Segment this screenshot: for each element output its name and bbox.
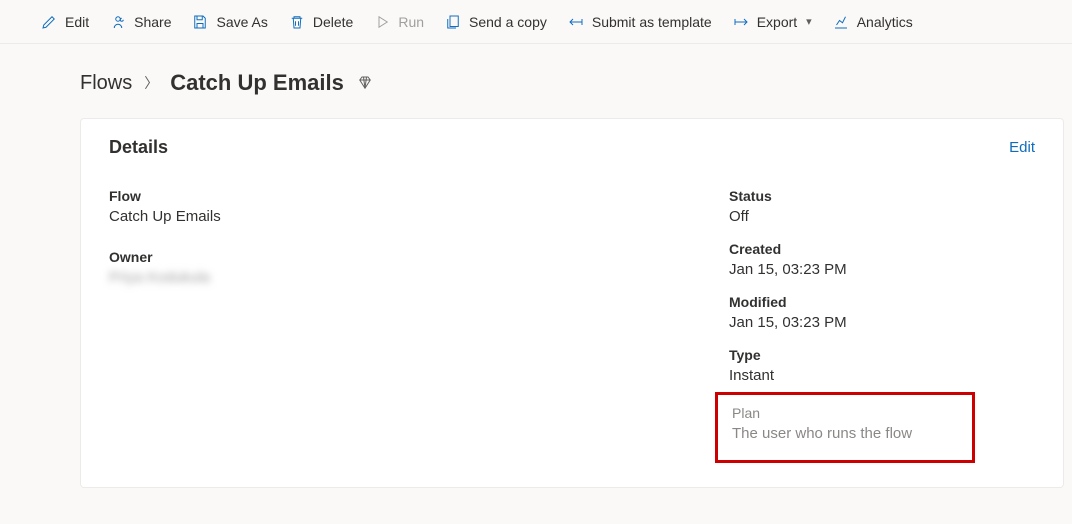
details-edit-link[interactable]: Edit	[1009, 139, 1035, 156]
save-as-button[interactable]: Save As	[181, 0, 277, 43]
details-card-body: Flow Catch Up Emails Owner Priya Kodukul…	[81, 166, 1063, 487]
copy-icon	[444, 13, 462, 31]
flow-label: Flow	[109, 188, 729, 204]
breadcrumb-current: Catch Up Emails	[170, 70, 344, 96]
breadcrumb: Flows 〉 Catch Up Emails	[80, 70, 1072, 96]
run-label: Run	[398, 14, 424, 30]
details-card: Details Edit Flow Catch Up Emails Owner …	[80, 118, 1064, 488]
share-button[interactable]: Share	[99, 0, 181, 43]
play-icon	[373, 13, 391, 31]
edit-button[interactable]: Edit	[30, 0, 99, 43]
details-title: Details	[109, 137, 168, 158]
submit-template-button[interactable]: Submit as template	[557, 0, 722, 43]
type-label: Type	[729, 347, 1035, 363]
pencil-icon	[40, 13, 58, 31]
share-icon	[109, 13, 127, 31]
premium-diamond-icon	[356, 74, 374, 92]
edit-label: Edit	[65, 14, 89, 30]
analytics-label: Analytics	[857, 14, 913, 30]
plan-highlight-box: Plan The user who runs the flow	[715, 392, 975, 463]
created-value: Jan 15, 03:23 PM	[729, 261, 1035, 278]
plan-value: The user who runs the flow	[732, 425, 958, 442]
arrow-left-right-icon	[567, 13, 585, 31]
send-copy-button[interactable]: Send a copy	[434, 0, 557, 43]
created-label: Created	[729, 241, 1035, 257]
owner-label: Owner	[109, 249, 729, 265]
analytics-button[interactable]: Analytics	[822, 0, 923, 43]
submit-template-label: Submit as template	[592, 14, 712, 30]
send-copy-label: Send a copy	[469, 14, 547, 30]
owner-value: Priya Kodukula	[109, 269, 729, 286]
share-label: Share	[134, 14, 171, 30]
breadcrumb-root[interactable]: Flows	[80, 72, 132, 95]
save-icon	[191, 13, 209, 31]
created-field: Created Jan 15, 03:23 PM	[729, 241, 1035, 278]
status-label: Status	[729, 188, 1035, 204]
chevron-right-icon: 〉	[144, 73, 158, 93]
command-bar: Edit Share Save As Delete Run Send a cop…	[0, 0, 1072, 44]
owner-field: Owner Priya Kodukula	[109, 249, 729, 286]
delete-button[interactable]: Delete	[278, 0, 363, 43]
type-field: Type Instant	[729, 347, 1035, 384]
chevron-down-icon: ▾	[806, 15, 812, 28]
save-as-label: Save As	[216, 14, 267, 30]
trash-icon	[288, 13, 306, 31]
run-button: Run	[363, 0, 434, 43]
modified-value: Jan 15, 03:23 PM	[729, 314, 1035, 331]
analytics-icon	[832, 13, 850, 31]
details-left-column: Flow Catch Up Emails Owner Priya Kodukul…	[109, 188, 729, 463]
status-value: Off	[729, 208, 1035, 225]
plan-label: Plan	[732, 405, 958, 421]
page-content: Flows 〉 Catch Up Emails Details Edit Flo…	[0, 44, 1072, 488]
export-button[interactable]: Export ▾	[722, 0, 822, 43]
modified-label: Modified	[729, 294, 1035, 310]
flow-field: Flow Catch Up Emails	[109, 188, 729, 225]
details-card-header: Details Edit	[81, 119, 1063, 166]
export-icon	[732, 13, 750, 31]
type-value: Instant	[729, 367, 1035, 384]
delete-label: Delete	[313, 14, 353, 30]
flow-value: Catch Up Emails	[109, 208, 729, 225]
details-right-column: Status Off Created Jan 15, 03:23 PM Modi…	[729, 188, 1035, 463]
modified-field: Modified Jan 15, 03:23 PM	[729, 294, 1035, 331]
export-label: Export	[757, 14, 797, 30]
status-field: Status Off	[729, 188, 1035, 225]
